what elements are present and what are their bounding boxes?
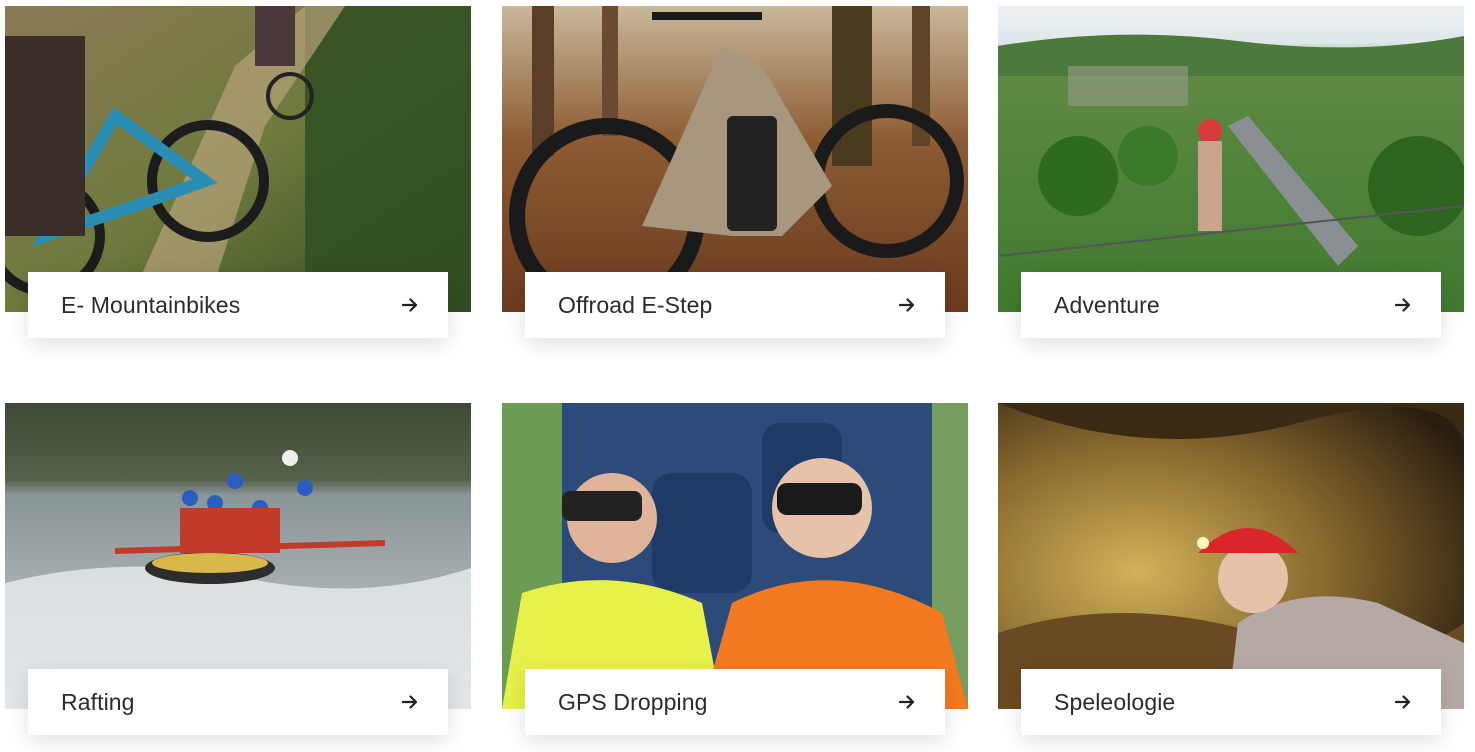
speleology-cave-photo[interactable] <box>998 403 1464 709</box>
activity-title: Rafting <box>61 688 135 715</box>
activity-link-offroad-e-step[interactable]: Offroad E-Step <box>525 272 945 338</box>
activity-link-adventure[interactable]: Adventure <box>1021 272 1441 338</box>
arrow-right-icon <box>1395 298 1411 312</box>
activity-title: Speleologie <box>1054 688 1176 715</box>
activity-card-offroad-e-step[interactable]: Offroad E-Step <box>502 6 968 342</box>
activity-card-speleologie[interactable]: Speleologie <box>998 403 1464 739</box>
activity-link-rafting[interactable]: Rafting <box>28 669 448 735</box>
activity-title: E- Mountainbikes <box>61 291 241 318</box>
mountain-bike-trail-photo[interactable] <box>5 6 471 312</box>
activity-card-rafting[interactable]: Rafting <box>5 403 471 739</box>
arrow-right-icon <box>402 695 418 709</box>
activity-link-e-mountainbikes[interactable]: E- Mountainbikes <box>28 272 448 338</box>
activity-card-gps-dropping[interactable]: GPS Dropping <box>502 403 968 739</box>
arrow-right-icon <box>1395 695 1411 709</box>
activity-title: Adventure <box>1054 291 1160 318</box>
activity-card-e-mountainbikes[interactable]: E- Mountainbikes <box>5 6 471 342</box>
activity-title: Offroad E-Step <box>558 291 713 318</box>
arrow-right-icon <box>899 298 915 312</box>
adventure-rope-bridge-photo[interactable] <box>998 6 1464 312</box>
activity-title: GPS Dropping <box>558 688 708 715</box>
arrow-right-icon <box>402 298 418 312</box>
offroad-e-step-forest-photo[interactable] <box>502 6 968 312</box>
rafting-river-photo[interactable] <box>5 403 471 709</box>
gps-dropping-bus-blindfold-photo[interactable] <box>502 403 968 709</box>
arrow-right-icon <box>899 695 915 709</box>
activity-link-speleologie[interactable]: Speleologie <box>1021 669 1441 735</box>
activity-card-adventure[interactable]: Adventure <box>998 6 1464 342</box>
activity-link-gps-dropping[interactable]: GPS Dropping <box>525 669 945 735</box>
